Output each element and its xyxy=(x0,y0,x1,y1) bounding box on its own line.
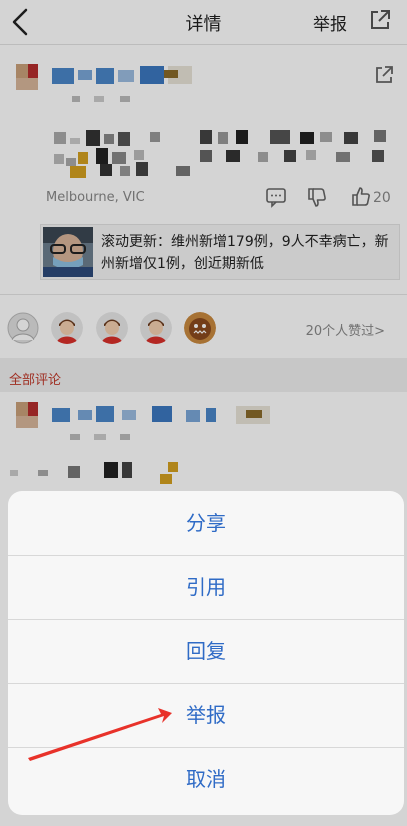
quote-option[interactable]: 引用 xyxy=(8,555,404,620)
cancel-option[interactable]: 取消 xyxy=(8,747,404,811)
report-option[interactable]: 举报 xyxy=(8,683,404,748)
reply-option[interactable]: 回复 xyxy=(8,619,404,684)
action-sheet: 分享 引用 回复 举报 取消 xyxy=(8,491,404,815)
share-option[interactable]: 分享 xyxy=(8,491,404,556)
